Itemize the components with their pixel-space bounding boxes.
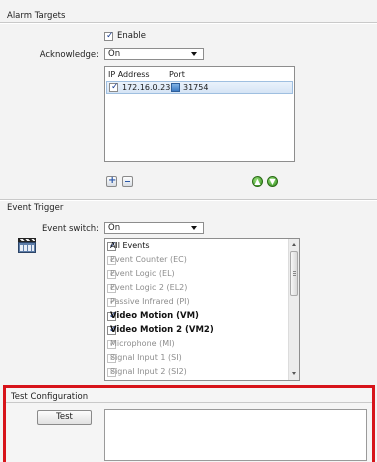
row-ip: 172.16.0.23 — [122, 83, 171, 92]
event-label-el2: Event Logic 2 (EL2) — [110, 283, 188, 292]
enable-label: Enable — [117, 31, 146, 41]
test-output-area[interactable] — [104, 409, 367, 461]
move-down-button[interactable]: ▼ — [267, 176, 278, 187]
event-label-pi: Passive Infrared (PI) — [110, 297, 190, 306]
enable-checkbox[interactable]: ✓ — [104, 31, 114, 41]
chevron-down-icon — [191, 52, 197, 56]
table-row[interactable]: ✓ 172.16.0.23 31754 — [106, 81, 293, 94]
scroll-up-icon[interactable] — [292, 243, 296, 246]
event-label-si2: Signal Input 2 (SI2) — [110, 367, 187, 376]
section-title-test-configuration: Test Configuration — [11, 392, 89, 402]
port-icon — [171, 83, 180, 92]
scroll-thumb[interactable] — [290, 251, 298, 296]
event-label-si: Signal Input 1 (SI) — [110, 353, 182, 362]
event-label-ec: Event Counter (EC) — [110, 255, 187, 264]
event-label-vm2: Video Motion 2 (VM2) — [110, 325, 214, 335]
event-label-mi: Microphone (MI) — [110, 339, 175, 348]
arrow-up-icon: ▲ — [254, 177, 261, 186]
arrow-down-icon: ▼ — [269, 177, 276, 186]
event-label-vm: Video Motion (VM) — [110, 311, 199, 321]
row-checkbox[interactable]: ✓ — [109, 82, 119, 92]
minus-icon — [125, 181, 130, 182]
events-scrollbar[interactable] — [288, 239, 299, 380]
plus-icon: + — [108, 175, 117, 186]
chevron-down-icon — [191, 226, 197, 230]
event-label-all-events: All Events — [110, 241, 150, 250]
column-header-ip: IP Address — [108, 70, 150, 79]
move-up-button[interactable]: ▲ — [252, 176, 263, 187]
column-header-port: Port — [169, 70, 185, 79]
section-divider-highlight — [0, 200, 377, 201]
section-title-event-trigger: Event Trigger — [7, 203, 64, 213]
remove-target-button[interactable] — [122, 176, 133, 187]
acknowledge-select[interactable]: On — [104, 48, 204, 60]
event-switch-value: On — [108, 223, 121, 233]
row-port: 31754 — [183, 83, 209, 92]
add-target-button[interactable]: + — [106, 175, 117, 187]
event-switch-select[interactable]: On — [104, 222, 204, 234]
section-divider — [6, 402, 372, 403]
event-trigger-icon — [18, 238, 36, 253]
test-button[interactable]: Test — [37, 410, 92, 425]
section-divider-highlight — [0, 23, 377, 24]
alarm-targets-list[interactable]: IP Address Port ✓ 172.16.0.23 31754 — [104, 66, 295, 162]
scroll-down-icon[interactable] — [292, 372, 296, 375]
section-title-alarm-targets: Alarm Targets — [7, 11, 66, 21]
acknowledge-label: Acknowledge: — [39, 50, 99, 60]
acknowledge-value: On — [108, 49, 121, 59]
event-switch-label: Event switch: — [41, 224, 99, 234]
event-label-el: Event Logic (EL) — [110, 269, 175, 278]
